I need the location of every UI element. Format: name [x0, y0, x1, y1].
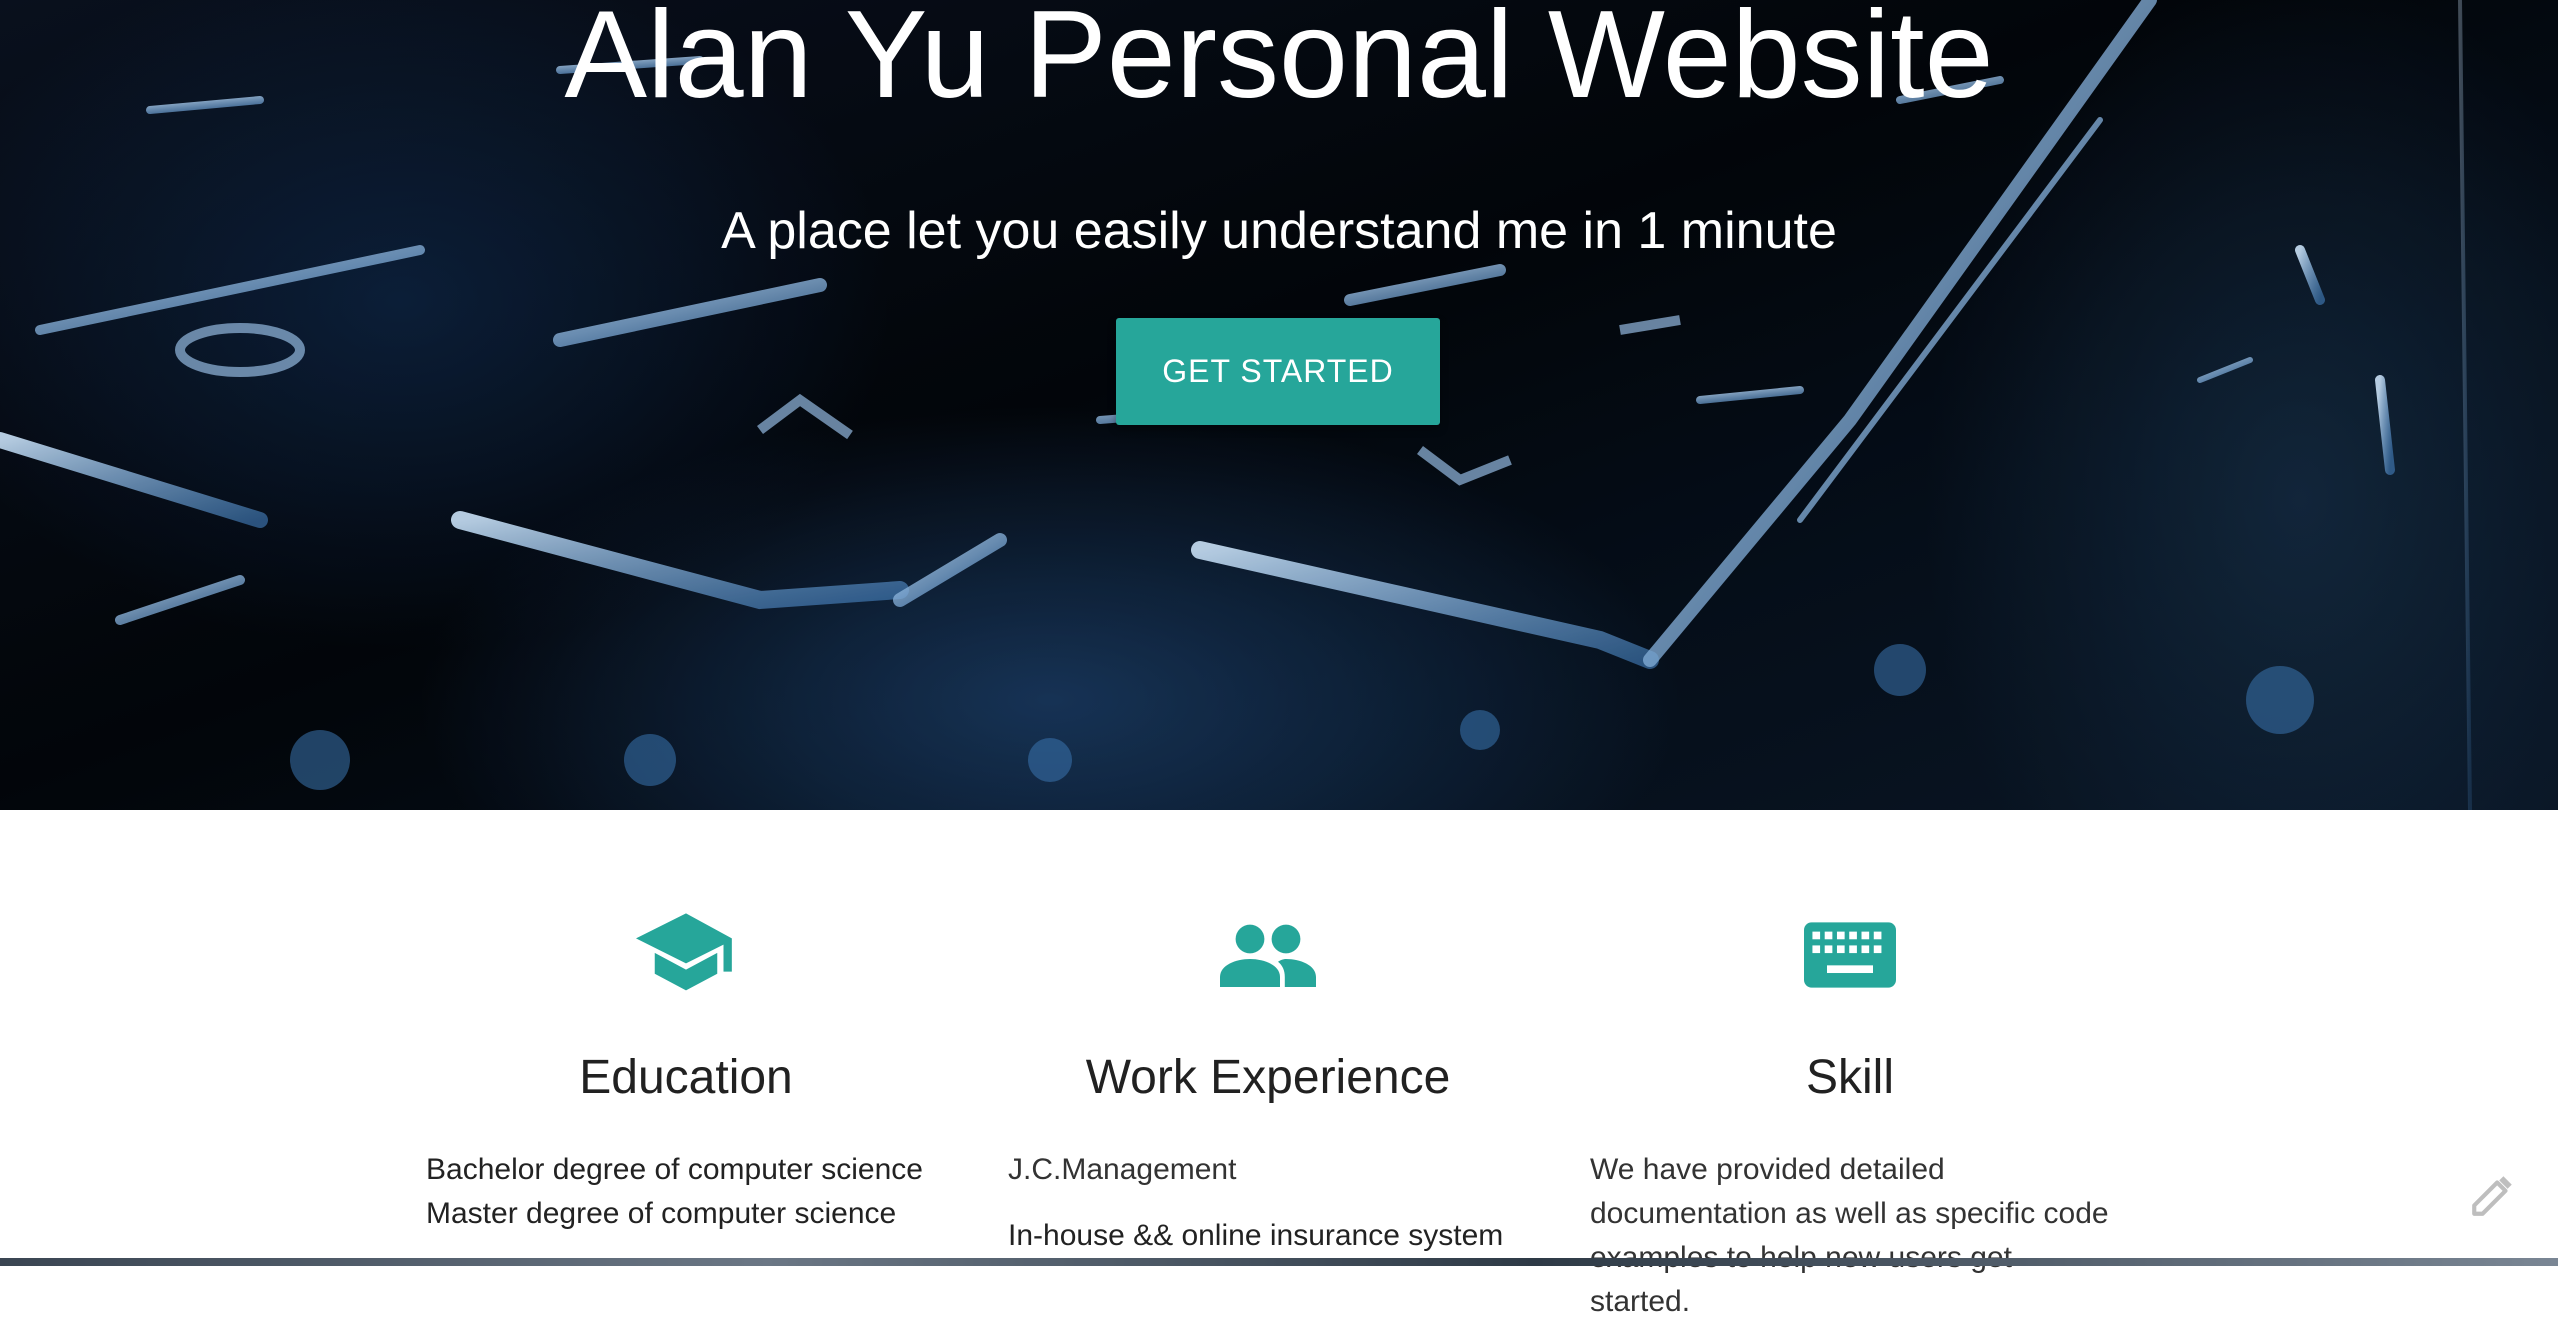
education-line: Bachelor degree of computer science: [426, 1153, 923, 1186]
page-title: Alan Yu Personal Website: [564, 0, 1994, 124]
skill-body: We have provided detailed documentation …: [1590, 1148, 2110, 1324]
hero-subtitle: A place let you easily understand me in …: [721, 202, 1837, 260]
graduation-cap-icon: [426, 910, 946, 1000]
page-bottom-edge: [0, 1258, 2558, 1266]
education-line: Master degree of computer science: [426, 1197, 897, 1230]
project-name: In-house && online insurance system: [1008, 1219, 1504, 1252]
work-experience-body: J.C.Management In-house && online insura…: [1008, 1148, 1528, 1258]
keyboard-icon: [1590, 910, 2110, 1000]
skill-title: Skill: [1805, 1051, 1894, 1104]
work-experience-title: Work Experience: [1085, 1051, 1451, 1104]
hero-section: Alan Yu Personal Website A place let you…: [0, 0, 2558, 810]
pencil-icon[interactable]: [2468, 1170, 2518, 1220]
features-section: Education Bachelor degree of computer sc…: [0, 810, 2558, 1318]
education-body: Bachelor degree of computer science Mast…: [426, 1148, 946, 1236]
people-icon: [1008, 910, 1528, 1000]
skill-description: We have provided detailed documentation …: [1590, 1153, 2109, 1318]
education-title: Education: [579, 1051, 793, 1104]
company-name: J.C.Management: [1008, 1153, 1237, 1186]
get-started-button[interactable]: GET STARTED: [1116, 318, 1440, 425]
